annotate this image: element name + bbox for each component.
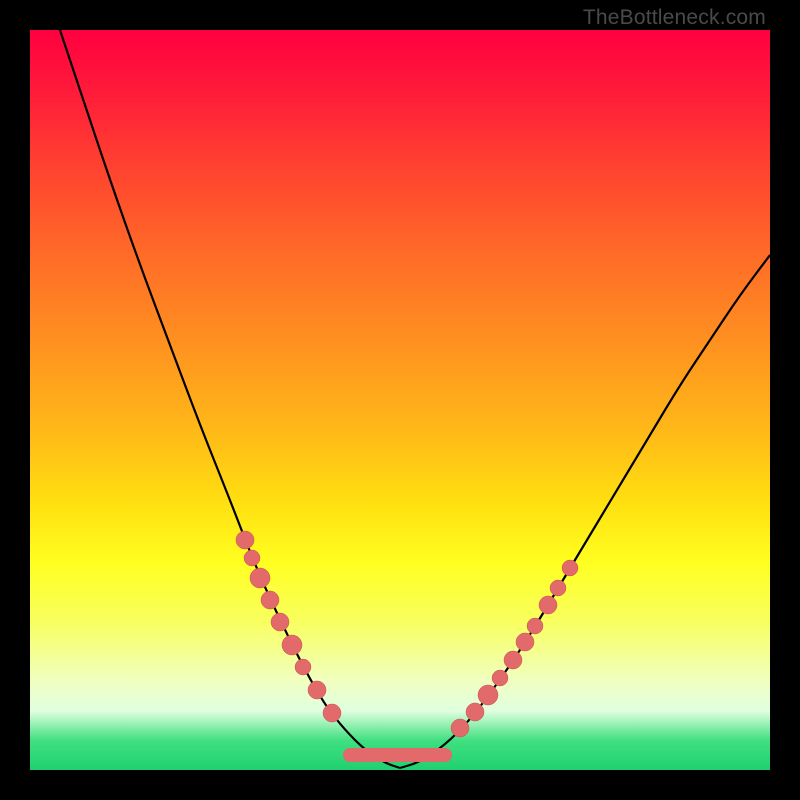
plot-area xyxy=(30,30,770,770)
beads-right-group xyxy=(451,560,578,737)
bead-point xyxy=(539,596,557,614)
bead-point xyxy=(308,681,326,699)
outer-frame: TheBottleneck.com xyxy=(0,0,800,800)
bead-point xyxy=(271,613,289,631)
bead-point xyxy=(466,703,484,721)
bead-point xyxy=(250,568,270,588)
bead-point xyxy=(282,635,302,655)
bead-point xyxy=(516,633,534,651)
chart-svg xyxy=(30,30,770,770)
bead-point xyxy=(295,659,311,675)
bead-point xyxy=(492,670,508,686)
bead-point xyxy=(478,685,498,705)
left-curve xyxy=(60,30,400,768)
bead-point xyxy=(562,560,578,576)
bead-point xyxy=(527,618,543,634)
attribution-label: TheBottleneck.com xyxy=(583,6,766,30)
bead-point xyxy=(261,591,279,609)
bead-point xyxy=(550,580,566,596)
beads-left-group xyxy=(236,531,341,722)
bead-point xyxy=(451,719,469,737)
bead-point xyxy=(244,550,260,566)
bead-point xyxy=(236,531,254,549)
bead-point xyxy=(323,704,341,722)
bead-point xyxy=(504,651,522,669)
right-curve xyxy=(400,255,770,768)
